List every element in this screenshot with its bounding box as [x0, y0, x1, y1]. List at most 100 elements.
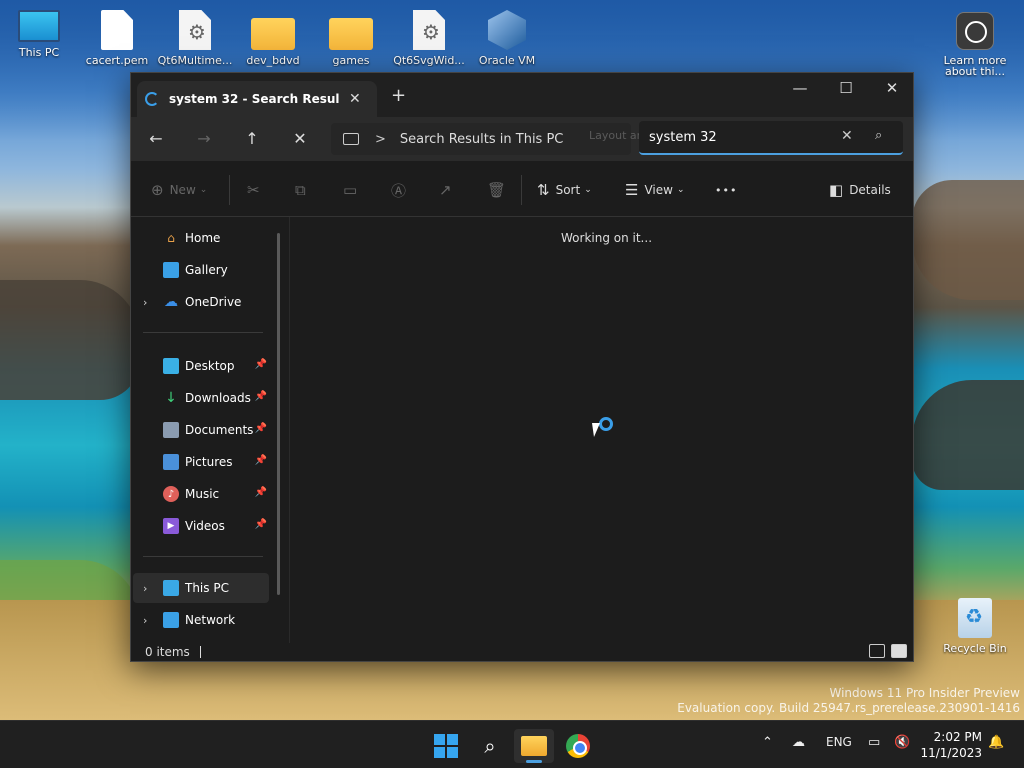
desktop-icon-oracle-vm[interactable]: Oracle VM — [468, 10, 546, 67]
explorer-tab[interactable]: system 32 - Search Results in T ✕ — [137, 81, 377, 117]
music-icon: ♪ — [163, 486, 179, 502]
sidebar-item-this-pc[interactable]: › This PC — [133, 573, 269, 603]
sidebar-item-music[interactable]: ♪ Music 📌 — [133, 479, 269, 509]
desktop-icon-qt6svgwidgets[interactable]: Qt6SvgWid... — [390, 10, 468, 67]
chevron-right-icon[interactable]: › — [143, 614, 157, 627]
learn-more-icon — [956, 12, 994, 50]
cut-button[interactable]: ✂ — [247, 180, 266, 200]
desktop-icon-learn-more[interactable]: Learn more about thi... — [936, 12, 1014, 78]
view-button[interactable]: ☰ View ⌄ — [625, 180, 684, 200]
new-button-label: New — [169, 183, 196, 197]
sort-button[interactable]: ⇅ Sort ⌄ — [537, 180, 592, 200]
search-taskbar-button[interactable]: ⌕ — [470, 729, 510, 763]
details-button[interactable]: ◧ Details — [829, 180, 891, 200]
volume-muted-icon[interactable]: 🔇 — [894, 735, 910, 750]
wallpaper-land — [912, 180, 1024, 300]
share-button[interactable]: ↗ — [439, 180, 458, 200]
pin-icon[interactable]: 📌 — [255, 423, 267, 434]
sidebar-item-network[interactable]: › Network — [133, 605, 269, 635]
pin-icon[interactable]: 📌 — [255, 519, 267, 530]
paste-button[interactable]: ▭ — [343, 180, 363, 200]
sidebar-item-gallery[interactable]: Gallery — [133, 255, 269, 285]
search-icon[interactable]: ⌕ — [875, 128, 882, 143]
desktop-icon-games[interactable]: games — [312, 10, 390, 67]
sidebar-item-onedrive[interactable]: › ☁ OneDrive — [133, 287, 269, 317]
address-breadcrumb[interactable]: Search Results in This PC — [400, 132, 563, 147]
details-pane-icon: ◧ — [829, 181, 844, 199]
new-tab-button[interactable]: + — [391, 85, 406, 106]
desktop-icon-label: Recycle Bin — [943, 642, 1007, 655]
desktop-icon-recycle-bin[interactable]: Recycle Bin — [936, 598, 1014, 655]
pin-icon[interactable]: 📌 — [255, 391, 267, 402]
sidebar-divider — [143, 332, 263, 333]
chevron-right-icon[interactable]: > — [375, 132, 386, 147]
delete-button[interactable]: 🗑 — [487, 180, 512, 200]
start-button[interactable] — [426, 729, 466, 763]
forward-button[interactable]: → — [191, 127, 217, 151]
stop-button[interactable]: ✕ — [287, 127, 313, 151]
desktop-icon-qt6multimedia[interactable]: Qt6Multime... — [156, 10, 234, 67]
language-indicator[interactable]: ENG — [826, 735, 852, 749]
pin-icon[interactable]: 📌 — [255, 359, 267, 370]
pin-icon[interactable]: 📌 — [255, 487, 267, 498]
sidebar-divider — [143, 556, 263, 557]
desktop-icon-dev-bdvd[interactable]: dev_bdvd — [234, 10, 312, 67]
share-icon: ↗ — [439, 181, 452, 199]
up-button[interactable]: ↑ — [239, 127, 265, 151]
clear-search-icon[interactable]: ✕ — [841, 128, 853, 144]
chevron-up-icon[interactable]: ⌃ — [762, 735, 773, 750]
tab-close-icon[interactable]: ✕ — [349, 91, 361, 107]
chevron-right-icon[interactable]: › — [143, 582, 157, 595]
virtualbox-icon — [488, 10, 526, 50]
cloud-offline-icon[interactable]: ☁ — [792, 735, 805, 750]
sort-icon: ⇅ — [537, 181, 550, 199]
network-status-icon[interactable]: ▭ — [868, 735, 880, 750]
details-button-label: Details — [849, 183, 891, 197]
sidebar-item-desktop[interactable]: Desktop 📌 — [133, 351, 269, 381]
watermark-line: Evaluation copy. Build 25947.rs_prerelea… — [677, 701, 1020, 715]
sidebar-item-label: Desktop — [185, 359, 235, 373]
chrome-taskbar-button[interactable] — [558, 729, 598, 763]
gallery-icon — [163, 262, 179, 278]
sidebar-scrollbar[interactable] — [277, 233, 280, 595]
sidebar-item-pictures[interactable]: Pictures 📌 — [133, 447, 269, 477]
desktop-icon-this-pc[interactable]: This PC — [0, 10, 78, 59]
pin-icon[interactable]: 📌 — [255, 455, 267, 466]
sidebar-item-home[interactable]: ⌂ Home — [133, 223, 269, 253]
command-separator — [229, 175, 230, 205]
rename-button[interactable]: Ⓐ — [391, 180, 412, 200]
sidebar-item-documents[interactable]: Documents 📌 — [133, 415, 269, 445]
status-divider — [199, 646, 201, 658]
notification-bell-icon[interactable]: 🔔 — [988, 735, 1004, 750]
pane-splitter[interactable] — [289, 217, 290, 643]
close-window-button[interactable]: ✕ — [869, 73, 915, 103]
maximize-button[interactable]: ☐ — [823, 73, 869, 103]
more-options-button[interactable]: ••• — [715, 180, 737, 200]
navigation-pane[interactable]: ⌂ Home Gallery › ☁ OneDrive Desktop 📌 ↓ … — [131, 217, 280, 643]
sidebar-item-label: Home — [185, 231, 221, 245]
chevron-right-icon[interactable]: › — [143, 296, 157, 309]
windows-logo-icon — [434, 734, 458, 758]
search-input[interactable] — [649, 129, 839, 145]
sidebar-item-downloads[interactable]: ↓ Downloads 📌 — [133, 383, 269, 413]
address-bar[interactable]: > Search Results in This PC — [331, 123, 631, 155]
minimize-button[interactable]: — — [777, 73, 823, 103]
clock[interactable]: 2:02 PM 11/1/2023 — [920, 729, 982, 761]
sidebar-item-label: Videos — [185, 519, 225, 533]
results-pane[interactable]: Working on it... — [291, 217, 915, 643]
sidebar-item-videos[interactable]: ▶ Videos 📌 — [133, 511, 269, 541]
back-button[interactable]: ← — [143, 127, 169, 151]
chrome-icon — [566, 734, 590, 758]
title-bar[interactable]: system 32 - Search Results in T ✕ + — ☐ … — [131, 73, 913, 117]
copy-button[interactable]: ⧉ — [295, 180, 312, 200]
document-icon — [163, 422, 179, 438]
chevron-down-icon: ⌄ — [676, 185, 685, 195]
large-icons-view-icon[interactable] — [891, 644, 907, 658]
file-explorer-taskbar-button[interactable] — [514, 729, 554, 763]
new-button[interactable]: ⊕ New ⌄ — [151, 180, 207, 200]
explorer-body: ⌂ Home Gallery › ☁ OneDrive Desktop 📌 ↓ … — [131, 217, 915, 643]
folder-icon — [521, 736, 547, 756]
desktop-icon-cacert[interactable]: cacert.pem — [78, 10, 156, 67]
details-view-icon[interactable] — [869, 644, 885, 658]
search-box[interactable]: ✕ ⌕ — [639, 121, 903, 155]
